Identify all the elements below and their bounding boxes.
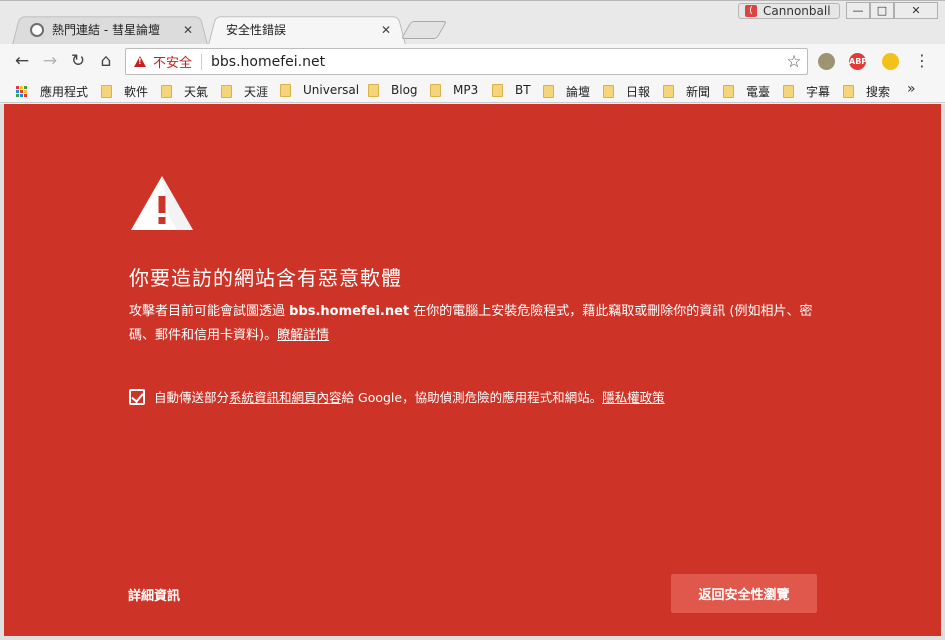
bookmark-label: 天涯 (244, 85, 269, 99)
bookmark-folder[interactable]: 日報 (603, 83, 650, 100)
profile-button[interactable]: ( Cannonball (738, 3, 840, 19)
folder-icon (603, 85, 614, 98)
warning-triangle-icon[interactable] (134, 56, 146, 67)
tab-strip: 熱門連結 - 彗星論壇 ✕ 安全性錯誤 ✕ ( Cannonball — □ ✕ (0, 0, 945, 45)
tab-close-icon[interactable]: ✕ (180, 23, 196, 37)
bookmark-label: 天氣 (184, 85, 209, 99)
bookmark-label: 應用程式 (40, 85, 89, 99)
folder-icon (101, 85, 112, 98)
folder-icon (221, 85, 232, 98)
chrome-menu-icon[interactable]: ⋮ (914, 51, 930, 70)
tab-close-icon[interactable]: ✕ (378, 23, 394, 37)
bookmark-folder[interactable]: MP3 (430, 83, 478, 97)
bookmark-label: BT (515, 83, 531, 97)
reload-icon[interactable]: ↻ (67, 50, 89, 72)
tab-title: 安全性錯誤 (226, 23, 287, 37)
bookmarks-bar: 應用程式 軟件 天氣 天涯 Universal Blog MP3 BT 論壇 日… (0, 78, 945, 103)
new-tab-button[interactable] (400, 21, 448, 39)
folder-icon (783, 85, 794, 98)
back-arrow-icon[interactable]: ← (11, 50, 33, 72)
close-window-button[interactable]: ✕ (894, 2, 938, 19)
tab-title: 熱門連結 - 彗星論壇 (52, 23, 160, 37)
tab-security-error[interactable]: 安全性錯誤 ✕ (208, 14, 406, 45)
folder-icon (368, 83, 379, 97)
bookmark-folder[interactable]: 字幕 (783, 83, 830, 100)
folder-icon (492, 83, 503, 97)
report-checkbox[interactable] (129, 388, 145, 405)
bookmarks-overflow-icon[interactable]: » (907, 81, 916, 97)
sunglasses-extension-icon[interactable] (882, 53, 899, 70)
bookmark-folder[interactable]: 論壇 (543, 83, 590, 100)
page-headline: 你要造訪的網站含有惡意軟體 (129, 266, 402, 290)
bookmark-folder[interactable]: 天涯 (221, 83, 268, 100)
system-info-link[interactable]: 系統資訊和網頁內容 (229, 387, 342, 406)
maximize-button[interactable]: □ (870, 2, 894, 19)
bookmark-label: Blog (391, 83, 418, 97)
back-to-safety-button[interactable]: 返回安全性瀏覽 (671, 574, 817, 613)
bookmark-label: MP3 (453, 83, 479, 97)
window-border-right (941, 104, 945, 640)
description-text: 攻擊者目前可能會試圖透過 (129, 304, 290, 319)
security-indicator[interactable]: 不安全 (153, 52, 192, 71)
bookmark-label: 日報 (626, 85, 651, 99)
bookmark-label: 搜索 (866, 85, 891, 99)
folder-icon (843, 85, 854, 98)
bookmark-label: 電臺 (746, 85, 771, 99)
window-border-bottom (0, 636, 945, 640)
bookmark-folder[interactable]: 搜索 (843, 83, 890, 100)
details-button[interactable]: 詳細資訊 (128, 585, 180, 604)
home-icon[interactable]: ⌂ (95, 50, 117, 72)
extension-icon[interactable] (818, 53, 835, 70)
bookmark-label: 論壇 (566, 85, 591, 99)
bookmark-folder[interactable]: 天氣 (161, 83, 208, 100)
omnibox-divider (201, 53, 203, 70)
adblock-plus-icon[interactable]: ABP (849, 53, 867, 70)
bookmark-folder[interactable]: 軟件 (101, 83, 148, 100)
url-text[interactable]: bbs.homefei.net (211, 54, 781, 70)
forum-favicon-icon (30, 22, 44, 37)
privacy-policy-link[interactable]: 隱私權政策 (602, 387, 665, 406)
safe-browsing-optin: 自動傳送部分 系統資訊和網頁內容給 Google，協助偵測危險的應用程式和網站。隱… (129, 387, 665, 406)
profile-avatar-icon: ( (745, 5, 757, 17)
bookmark-label: 軟件 (124, 85, 149, 99)
bookmark-star-icon[interactable]: ☆ (781, 52, 807, 72)
tab-hot-links[interactable]: 熱門連結 - 彗星論壇 ✕ (12, 14, 208, 45)
bookmark-folder[interactable]: Blog (368, 83, 418, 97)
bookmark-folder[interactable]: 電臺 (723, 83, 770, 100)
optin-text: 自動傳送部分 (154, 390, 230, 405)
warning-description: 攻擊者目前可能會試圖透過 bbs.homefei.net 在你的電腦上安裝危險程… (129, 300, 829, 348)
minimize-button[interactable]: — (846, 2, 870, 19)
bookmark-folder[interactable]: BT (492, 83, 531, 97)
toolbar: ← → ↻ ⌂ 不安全 bbs.homefei.net ☆ ABP ⋮ (0, 44, 945, 78)
bookmark-label: Universal (303, 83, 360, 97)
folder-icon (543, 85, 554, 98)
malware-warning-page: 你要造訪的網站含有惡意軟體 攻擊者目前可能會試圖透過 bbs.homefei.n… (4, 104, 941, 636)
malicious-domain: bbs.homefei.net (289, 304, 410, 319)
bookmark-label: 字幕 (806, 85, 831, 99)
profile-name: Cannonball (763, 4, 831, 18)
bookmark-apps[interactable]: 應用程式 (16, 83, 88, 100)
learn-more-link[interactable]: 瞭解詳情 (277, 328, 329, 343)
bookmark-folder[interactable]: Universal (280, 83, 359, 97)
bookmark-folder[interactable]: 新聞 (663, 83, 710, 100)
folder-icon (723, 85, 734, 98)
folder-icon (280, 83, 291, 97)
folder-icon (663, 85, 674, 98)
optin-text: 給 Google，協助偵測危險的應用程式和網站。 (341, 390, 603, 405)
bookmark-label: 新聞 (686, 85, 711, 99)
folder-icon (430, 83, 441, 97)
apps-grid-icon (16, 85, 28, 98)
folder-icon (161, 85, 172, 98)
forward-arrow-icon[interactable]: → (39, 50, 61, 72)
window-controls: — □ ✕ (846, 2, 938, 19)
address-bar[interactable]: 不安全 bbs.homefei.net ☆ (125, 48, 808, 75)
large-warning-triangle-icon (131, 176, 193, 230)
